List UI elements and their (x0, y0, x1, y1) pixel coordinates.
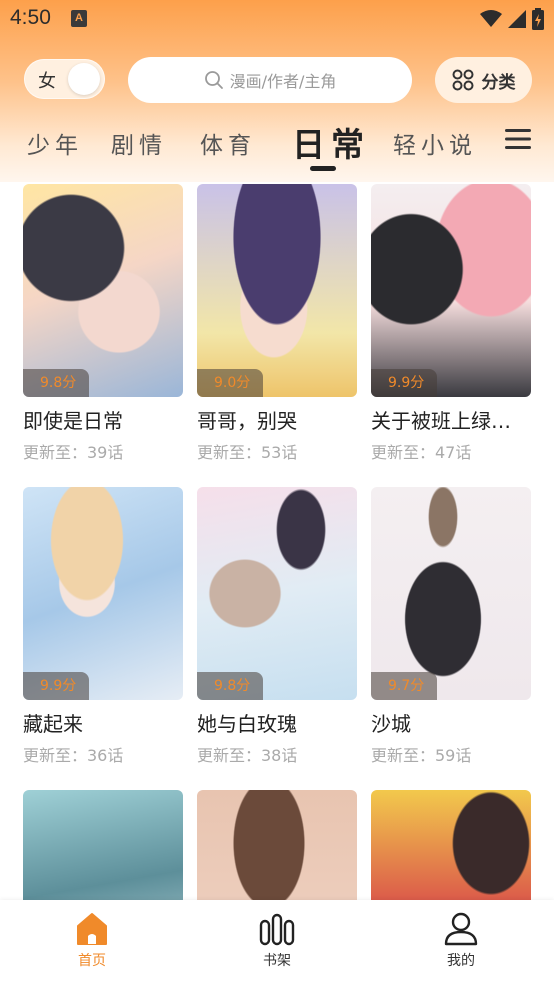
home-icon (77, 913, 107, 945)
wifi-icon (480, 10, 502, 27)
comic-update: 更新至：59话 (371, 746, 472, 765)
tab-juqing[interactable]: 剧情 (111, 126, 167, 160)
comic-title: 即使是日常 (23, 409, 123, 433)
comic-title: 她与白玫瑰 (197, 712, 297, 736)
nav-home[interactable]: 首页 (47, 912, 137, 970)
bookshelf-icon (259, 913, 295, 946)
status-bar: 4:50 A (0, 0, 554, 40)
comic-update: 更新至：53话 (197, 443, 298, 462)
comic-title: 沙城 (371, 712, 411, 736)
category-tabs: 少年 剧情 体育 日常 轻小说 (0, 118, 554, 172)
comic-cover: 9.9分 (23, 487, 183, 700)
status-icons (480, 8, 544, 30)
comic-title: 哥哥，别哭 (197, 409, 297, 433)
tab-tiyu[interactable]: 体育 (200, 126, 256, 160)
category-button[interactable]: 分类 (435, 57, 532, 103)
battery-icon (532, 8, 544, 30)
tab-qingxiaoshuo[interactable]: 轻小说 (393, 126, 477, 160)
comic-cover: 9.8分 (23, 184, 183, 397)
comic-card[interactable]: 9.7分 沙城 更新至：59话 (371, 487, 531, 766)
comic-card[interactable]: 9.9分 关于被班上绿… 更新至：47话 (371, 184, 531, 463)
comic-cover (23, 790, 183, 900)
nav-profile[interactable]: 我的 (416, 912, 506, 970)
comic-card[interactable]: 9.8分 她与白玫瑰 更新至：38话 (197, 487, 357, 766)
comic-grid: 9.8分 即使是日常 更新至：39话 9.0分 哥哥，别哭 更新至：53话 9.… (0, 184, 554, 900)
gender-toggle[interactable]: 女 (24, 59, 105, 99)
gender-label: 女 (38, 71, 56, 92)
profile-icon (444, 912, 478, 946)
nav-home-label: 首页 (78, 953, 106, 969)
comic-update: 更新至：36话 (23, 746, 124, 765)
grid-icon (452, 69, 473, 91)
tab-shaonian[interactable]: 少年 (27, 126, 83, 160)
category-label: 分类 (481, 72, 516, 93)
comic-score: 9.7分 (371, 672, 438, 700)
comic-title: 关于被班上绿… (371, 409, 511, 433)
comic-card[interactable]: 9.9分 藏起来 更新至：36话 (23, 487, 183, 766)
comic-card[interactable] (23, 790, 183, 900)
notification-icon: A (71, 10, 87, 27)
active-tab-indicator (310, 166, 336, 171)
comic-card[interactable] (197, 790, 357, 900)
comic-score: 9.9分 (371, 369, 438, 397)
comic-score: 9.9分 (23, 672, 90, 700)
comic-cover (371, 790, 531, 900)
comic-cover: 9.7分 (371, 487, 531, 700)
comic-card[interactable]: 9.8分 即使是日常 更新至：39话 (23, 184, 183, 463)
status-time: 4:50 (10, 6, 51, 29)
comic-update: 更新至：39话 (23, 443, 124, 462)
comic-score: 9.0分 (197, 369, 264, 397)
signal-icon (508, 10, 526, 28)
comic-update: 更新至：47话 (371, 443, 472, 462)
comic-score: 9.8分 (23, 369, 90, 397)
comic-cover: 9.8分 (197, 487, 357, 700)
comic-card[interactable] (371, 790, 531, 900)
tab-richang[interactable]: 日常 (292, 118, 370, 166)
nav-bookshelf[interactable]: 书架 (232, 912, 322, 970)
comic-card[interactable]: 9.0分 哥哥，别哭 更新至：53话 (197, 184, 357, 463)
search-icon (204, 71, 223, 89)
comic-title: 藏起来 (23, 712, 83, 736)
comic-cover: 9.0分 (197, 184, 357, 397)
search-input[interactable]: 漫画/作者/主角 (128, 57, 412, 103)
comic-cover: 9.9分 (371, 184, 531, 397)
bottom-nav: 首页 书架 我的 (0, 900, 554, 984)
nav-profile-label: 我的 (447, 953, 475, 969)
nav-bookshelf-label: 书架 (263, 953, 291, 969)
menu-icon[interactable] (505, 128, 531, 150)
comic-cover (197, 790, 357, 900)
search-placeholder: 漫画/作者/主角 (229, 72, 337, 91)
toggle-knob (68, 63, 100, 95)
comic-update: 更新至：38话 (197, 746, 298, 765)
comic-score: 9.8分 (197, 672, 264, 700)
